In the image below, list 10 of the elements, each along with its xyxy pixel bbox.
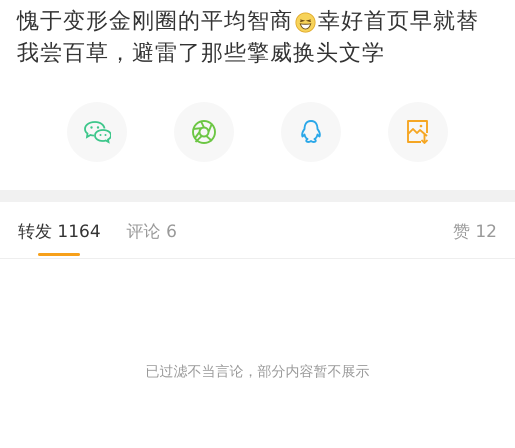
filter-notice: 已过滤不当言论，部分内容暂不展示 [146,363,370,381]
aperture-icon [190,118,218,146]
tab[interactable]: 评论 6 [126,202,177,256]
chat-bubbles-icon [83,118,111,146]
post-text: 我尝百草，避雷了那些擎威换头文学 [16,40,385,68]
likes-tab[interactable]: 赞 12 [452,202,497,256]
post-text: 愧于变形金刚圈的平均智商 [17,8,293,36]
tab[interactable]: 转发 1164 [18,202,101,256]
post-text: 幸好首页早就替 [318,8,479,36]
grin-emoji-icon [295,12,316,32]
